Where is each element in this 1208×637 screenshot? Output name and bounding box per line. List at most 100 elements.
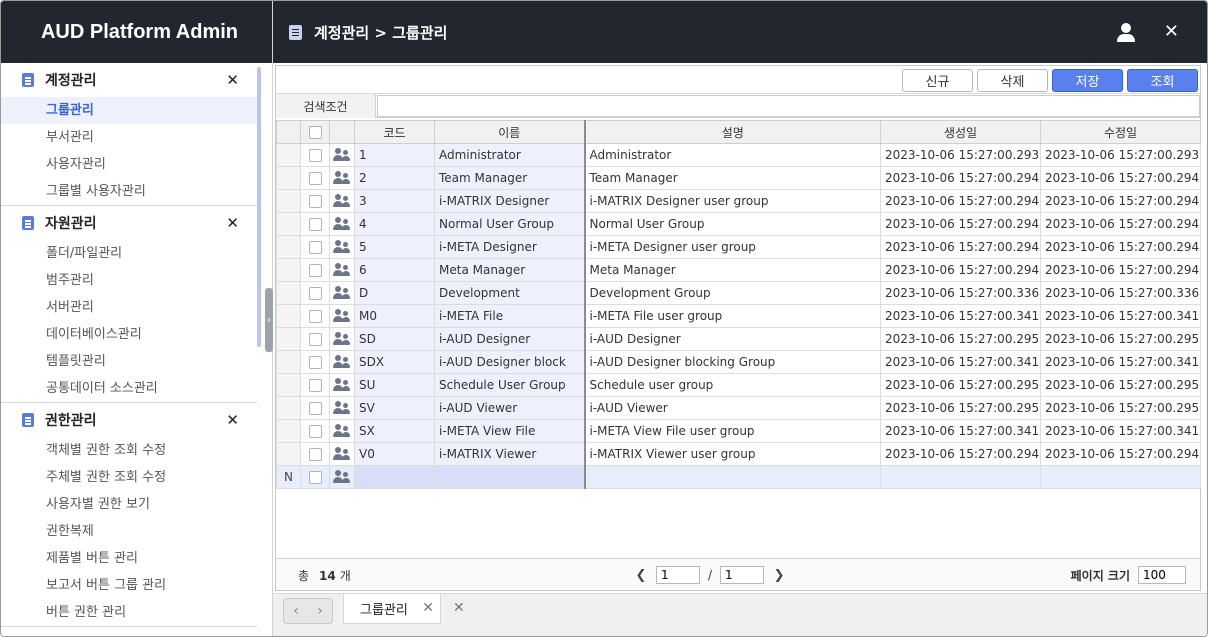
sidebar-item[interactable]: 서버관리 [1,294,257,321]
sidebar-item[interactable]: 폴더/파일관리 [1,240,257,267]
cell-modified[interactable]: 2023-10-06 15:27:00.294 [1040,442,1201,466]
row-checkbox[interactable] [308,195,322,208]
close-icon[interactable]: ✕ [226,411,239,429]
table-row[interactable]: 6 Meta Manager Meta Manager 2023-10-06 15:2… [276,258,1201,282]
sidebar-scrollbar[interactable] [257,67,261,347]
cell-description[interactable]: Normal User Group [584,212,881,236]
sidebar-section-header[interactable]: 자원관리 ✕ [1,206,257,240]
cell-code[interactable]: D [354,281,435,305]
row-checkbox[interactable] [308,241,322,254]
cell-name[interactable]: Team Manager [434,166,586,190]
cell-created[interactable]: 2023-10-06 15:27:00.336 [880,281,1041,305]
tab-group-management[interactable]: 그룹관리 ✕ [343,594,441,624]
cell-created[interactable]: 2023-10-06 15:27:00.295 [880,327,1041,351]
table-row[interactable]: SV i-AUD Viewer i-AUD Viewer 2023-10-06 15:… [276,396,1201,420]
cell-description[interactable]: i-META Designer user group [584,235,881,259]
cell-modified[interactable]: 2023-10-06 15:27:00.336 [1040,281,1201,305]
cell-name[interactable]: i-META Designer [434,235,586,259]
cell-code[interactable]: SX [354,419,435,443]
search-condition-input[interactable] [377,95,1200,117]
sidebar-item[interactable]: 범주관리 [1,267,257,294]
close-icon[interactable]: ✕ [1164,21,1179,42]
row-checkbox[interactable] [308,333,322,346]
current-page-input[interactable] [656,566,700,584]
cell-created[interactable]: 2023-10-06 15:27:00.294 [880,258,1041,282]
cell-modified[interactable]: 2023-10-06 15:27:00.295 [1040,327,1201,351]
row-checkbox[interactable] [308,425,322,438]
cell-description[interactable] [584,465,881,489]
sidebar-item[interactable]: 사용자별 권한 보기 [1,491,257,518]
table-row[interactable]: SDX i-AUD Designer block i-AUD Designer bl… [276,350,1201,374]
cell-modified[interactable]: 2023-10-06 15:27:00.341 [1040,304,1201,328]
close-icon[interactable]: ✕ [226,214,239,232]
sidebar-item[interactable]: 공통데이터 소스관리 [1,375,257,402]
sidebar-section-header[interactable]: 권한관리 ✕ [1,403,257,437]
cell-modified[interactable] [1040,465,1201,489]
sidebar-item[interactable]: 템플릿관리 [1,348,257,375]
cell-code[interactable]: 5 [354,235,435,259]
chevron-right-icon[interactable]: ❯ [772,568,786,583]
cell-modified[interactable]: 2023-10-06 15:27:00.294 [1040,258,1201,282]
sidebar-collapse-handle[interactable]: ‹ [265,288,273,352]
row-checkbox[interactable] [308,471,322,484]
cell-description[interactable]: i-AUD Designer [584,327,881,351]
cell-code[interactable]: 1 [354,143,435,167]
sidebar-item[interactable]: 그룹별 사용자관리 [1,178,257,205]
cell-name[interactable]: i-AUD Viewer [434,396,586,420]
cell-code[interactable]: SD [354,327,435,351]
close-icon[interactable]: ✕ [226,71,239,89]
table-row[interactable]: SX i-META View File i-META View File user … [276,419,1201,443]
cell-created[interactable]: 2023-10-06 15:27:00.294 [880,189,1041,213]
cell-code[interactable]: SU [354,373,435,397]
table-row[interactable]: 1 Administrator Administrator 2023-10-06 15… [276,143,1201,167]
sidebar-item[interactable]: 제품별 버튼 관리 [1,545,257,572]
cell-name[interactable]: i-MATRIX Viewer [434,442,586,466]
cell-name[interactable]: i-AUD Designer block [434,350,586,374]
chevron-right-icon[interactable]: › [317,603,323,619]
row-checkbox[interactable] [308,402,322,415]
sidebar-item[interactable]: 객체별 권한 조회 수정 [1,437,257,464]
cell-name[interactable]: i-META File [434,304,586,328]
table-row[interactable]: SU Schedule User Group Schedule user group… [276,373,1201,397]
cell-description[interactable]: Schedule user group [584,373,881,397]
row-checkbox[interactable] [308,172,322,185]
cell-modified[interactable]: 2023-10-06 15:27:00.294 [1040,212,1201,236]
table-row[interactable]: 3 i-MATRIX Designer i-MATRIX Designer user… [276,189,1201,213]
column-header-name[interactable]: 이름 [434,120,586,144]
cell-created[interactable]: 2023-10-06 15:27:00.293 [880,143,1041,167]
chevron-left-icon[interactable]: ‹ [293,603,299,619]
cell-name[interactable]: i-MATRIX Designer [434,189,586,213]
cell-code[interactable]: 6 [354,258,435,282]
cell-description[interactable]: Development Group [584,281,881,305]
cell-description[interactable]: i-META File user group [584,304,881,328]
sidebar-item[interactable]: 보고서 버튼 그룹 관리 [1,572,257,599]
sidebar-item[interactable]: 주체별 권한 조회 수정 [1,464,257,491]
cell-description[interactable]: i-MATRIX Designer user group [584,189,881,213]
cell-created[interactable]: 2023-10-06 15:27:00.294 [880,235,1041,259]
table-row[interactable]: M0 i-META File i-META File user group 2023-… [276,304,1201,328]
user-icon[interactable] [1117,23,1135,42]
cell-created[interactable] [880,465,1041,489]
cell-code[interactable]: 4 [354,212,435,236]
cell-created[interactable]: 2023-10-06 15:27:00.341 [880,350,1041,374]
cell-code[interactable] [354,465,435,489]
search-button[interactable]: 조회 [1127,69,1198,92]
row-checkbox[interactable] [308,149,322,162]
cell-created[interactable]: 2023-10-06 15:27:00.294 [880,212,1041,236]
row-checkbox[interactable] [308,287,322,300]
cell-description[interactable]: Team Manager [584,166,881,190]
row-checkbox[interactable] [308,264,322,277]
chevron-left-icon[interactable]: ❮ [634,568,648,583]
cell-description[interactable]: i-META View File user group [584,419,881,443]
cell-name[interactable] [434,465,586,489]
column-header-created[interactable]: 생성일 [880,120,1041,144]
sidebar-item[interactable]: 데이터베이스관리 [1,321,257,348]
cell-name[interactable]: i-META View File [434,419,586,443]
table-row[interactable]: SD i-AUD Designer i-AUD Designer 2023-10-06… [276,327,1201,351]
cell-modified[interactable]: 2023-10-06 15:27:00.294 [1040,235,1201,259]
cell-code[interactable]: SV [354,396,435,420]
row-checkbox[interactable] [308,218,322,231]
row-checkbox[interactable] [308,356,322,369]
column-header-code[interactable]: 코드 [354,120,435,144]
cell-description[interactable]: Meta Manager [584,258,881,282]
